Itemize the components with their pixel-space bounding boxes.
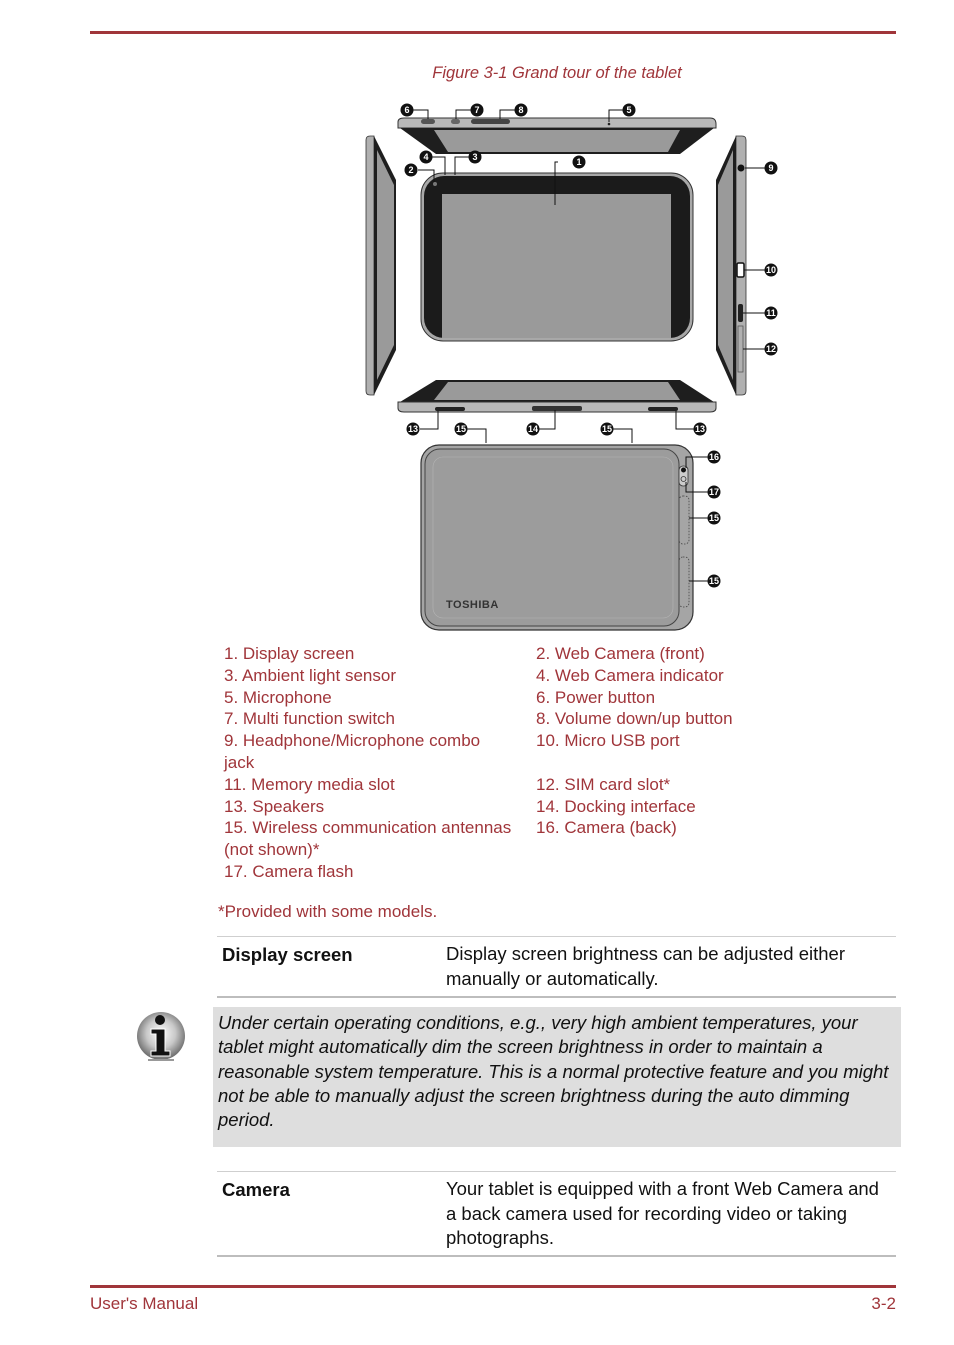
callout-17: 17 (707, 485, 721, 499)
tablet-bottom-view (397, 380, 717, 413)
svg-text:6: 6 (404, 105, 409, 115)
callout-7: 7 (470, 103, 484, 117)
callout-1: 1 (572, 155, 586, 169)
svg-text:2: 2 (408, 165, 413, 175)
legend-item: 9. Headphone/Microphone combo jack (224, 731, 481, 772)
legend-column-left: 1. Display screen 3. Ambient light senso… (224, 643, 514, 883)
info-icon (136, 1011, 186, 1063)
svg-text:3: 3 (472, 152, 477, 162)
definition-row-camera: Camera Your tablet is equipped with a fr… (217, 1171, 896, 1257)
footer-rule (90, 1285, 896, 1288)
legend-item: 12. SIM card slot* (536, 774, 671, 794)
svg-text:16: 16 (709, 452, 719, 462)
callout-16: 16 (707, 450, 721, 464)
callout-15-back-lower: 15 (707, 574, 721, 588)
callout-9: 9 (764, 161, 778, 175)
legend-item: 4. Web Camera indicator (536, 665, 724, 685)
note-text: Under certain operating conditions, e.g.… (218, 1012, 889, 1131)
callout-12: 12 (764, 342, 778, 356)
svg-text:15: 15 (602, 424, 612, 434)
svg-text:15: 15 (709, 513, 719, 523)
callout-15-back-upper: 15 (707, 511, 721, 525)
power-button-shape (421, 119, 435, 124)
footnote: *Provided with some models. (218, 902, 438, 921)
legend-item: 17. Camera flash (224, 861, 354, 881)
legend-item: 3. Ambient light sensor (224, 665, 396, 685)
note-box: Under certain operating conditions, e.g.… (213, 1007, 901, 1147)
legend-column-right: 2. Web Camera (front) 4. Web Camera indi… (536, 643, 836, 839)
callout-10: 10 (764, 263, 778, 277)
callout-3: 3 (468, 150, 482, 164)
definition-term: Camera (222, 1179, 290, 1200)
definition-term: Display screen (222, 944, 353, 965)
callout-15-bottom-right: 15 (600, 422, 614, 436)
svg-text:15: 15 (456, 424, 466, 434)
callout-13-right: 13 (693, 422, 707, 436)
svg-text:11: 11 (766, 308, 776, 318)
callout-4: 4 (419, 150, 433, 164)
svg-text:5: 5 (626, 105, 631, 115)
legend-item: 14. Docking interface (536, 796, 696, 816)
svg-text:14: 14 (528, 424, 538, 434)
figure-caption: Figure 3-1 Grand tour of the tablet (432, 64, 682, 82)
page-number: 3-2 (871, 1294, 896, 1313)
legend-item: 16. Camera (back) (536, 818, 677, 838)
legend-item: 11. Memory media slot (224, 774, 395, 794)
legend-item: 15. Wireless communication antennas (not… (224, 818, 512, 860)
volume-button-shape (471, 119, 510, 124)
svg-text:15: 15 (709, 576, 719, 586)
svg-text:17: 17 (709, 487, 719, 497)
tablet-right-view (716, 135, 747, 396)
definition-description: Display screen brightness can be adjuste… (446, 943, 846, 989)
toshiba-logo: TOSHIBA (446, 599, 499, 611)
legend-item: 8. Volume down/up button (536, 709, 733, 729)
tablet-left-view (365, 135, 396, 396)
svg-text:1: 1 (576, 157, 581, 167)
callout-14: 14 (526, 422, 540, 436)
svg-text:13: 13 (408, 424, 418, 434)
callout-5: 5 (622, 103, 636, 117)
svg-text:13: 13 (695, 424, 705, 434)
legend-item: 1. Display screen (224, 644, 355, 663)
legend-item: 5. Microphone (224, 687, 332, 707)
tablet-front-view (420, 172, 694, 342)
legend-item: 10. Micro USB port (536, 731, 680, 751)
footer-manual-title: User's Manual (90, 1294, 199, 1313)
svg-text:10: 10 (766, 265, 776, 275)
svg-text:9: 9 (768, 163, 773, 173)
svg-text:7: 7 (474, 105, 479, 115)
definition-row-display-screen: Display screen Display screen brightness… (217, 936, 896, 998)
callout-6: 6 (400, 103, 414, 117)
callout-11: 11 (764, 306, 778, 320)
svg-text:4: 4 (423, 152, 428, 162)
definition-description: Your tablet is equipped with a front Web… (446, 1178, 879, 1248)
display-screen-area (442, 194, 671, 338)
tablet-back-view: TOSHIBA (420, 444, 694, 631)
svg-text:8: 8 (518, 105, 523, 115)
callout-8: 8 (514, 103, 528, 117)
callout-2: 2 (404, 163, 418, 177)
legend-item: 6. Power button (536, 687, 656, 707)
callout-15-bottom-left: 15 (454, 422, 468, 436)
svg-text:12: 12 (766, 344, 776, 354)
legend-item: 7. Multi function switch (224, 709, 396, 729)
legend-item: 13. Speakers (224, 796, 325, 816)
callout-13-left: 13 (406, 422, 420, 436)
legend-item: 2. Web Camera (front) (536, 644, 705, 663)
tablet-figure: TOSHIBA 6 7 8 5 4 3 2 1 9 10 11 12 13 15… (360, 95, 790, 640)
header-rule (90, 31, 896, 34)
tablet-top-view (397, 117, 717, 154)
